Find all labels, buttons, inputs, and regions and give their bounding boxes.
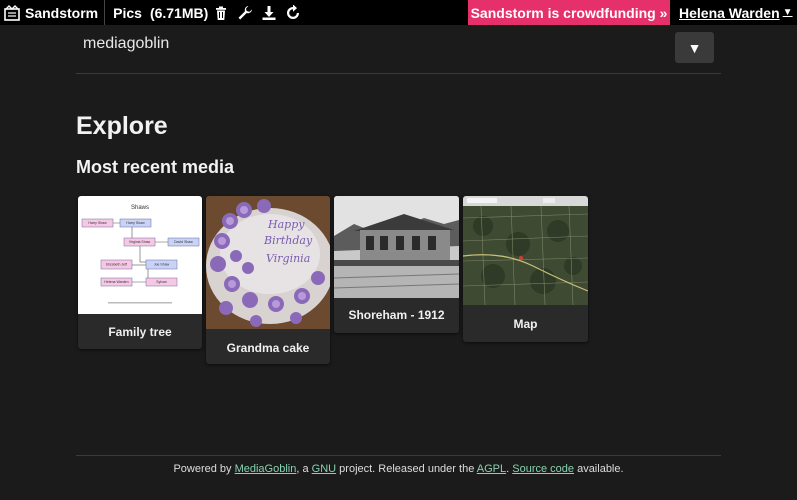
media-card-title: Map (513, 317, 538, 331)
media-card-grandma-cake[interactable]: Happy Birthday Virginia Grandma cake (206, 196, 330, 364)
footer-text: Powered by (173, 463, 235, 475)
media-card-title: Shoreham - 1912 (348, 308, 445, 322)
sandstorm-brand-label: Sandstorm (25, 4, 99, 21)
footer-text: available. (574, 463, 624, 475)
media-card-map[interactable]: Map (463, 196, 588, 342)
map-thumbnail (463, 196, 588, 305)
account-menu[interactable]: Helena Warden ▼ (679, 0, 793, 25)
site-name-link[interactable]: mediagoblin (83, 35, 169, 53)
refresh-icon[interactable] (282, 3, 304, 23)
tree-node: Harry Shaw (88, 221, 107, 225)
tree-title: Shaws (131, 205, 149, 211)
tree-node: Helena Warden (104, 280, 128, 284)
crowdfunding-banner[interactable]: Sandstorm is crowdfunding » (468, 0, 670, 25)
footer: Powered by MediaGoblin, a GNU project. R… (0, 463, 797, 475)
header-dropdown-button[interactable]: ▼ (675, 32, 714, 63)
media-card-title: Grandma cake (226, 341, 310, 355)
account-name: Helena Warden (679, 4, 780, 21)
media-card-title: Family tree (108, 325, 172, 339)
sandstorm-topbar: Sandstorm Pics (6.71MB) Sandstorm is cro… (0, 0, 797, 25)
tree-node: Sylvan (156, 280, 167, 284)
caret-down-icon: ▼ (782, 7, 793, 18)
media-card-family-tree[interactable]: Shaws Harry Shaw Harry Shaw Virginia Sha… (78, 196, 202, 349)
shoreham-photo-thumbnail (334, 196, 459, 298)
app-header: mediagoblin ▼ (76, 25, 721, 74)
footer-text: , a (296, 463, 312, 475)
tree-node: Virginia Shaw (129, 240, 151, 244)
tree-node: Harry Shaw (126, 221, 145, 225)
tree-node: Elizabeth Jeff (106, 263, 127, 267)
svg-text:Happy: Happy (267, 218, 305, 231)
tree-node: Joe Shaw (154, 263, 170, 267)
grain-info: Pics (6.71MB) (105, 0, 304, 25)
page-title: Explore (76, 112, 168, 140)
media-card-shoreham-1912[interactable]: Shoreham - 1912 (334, 196, 459, 333)
tree-node: David Shaw (174, 240, 193, 244)
wrench-icon[interactable] (234, 3, 256, 23)
cake-thumbnail: Happy Birthday Virginia (206, 196, 330, 329)
sandstorm-home-button[interactable]: Sandstorm (0, 0, 106, 25)
gnu-link[interactable]: GNU (312, 463, 336, 475)
family-tree-thumbnail: Shaws Harry Shaw Harry Shaw Virginia Sha… (78, 196, 202, 314)
source-code-link[interactable]: Source code (512, 463, 574, 475)
svg-text:Birthday: Birthday (263, 234, 313, 247)
section-title: Most recent media (76, 157, 235, 177)
footer-divider (76, 455, 721, 456)
download-icon[interactable] (258, 3, 280, 23)
grain-size: (6.71MB) (149, 4, 209, 21)
footer-text: project. Released under the (336, 463, 477, 475)
svg-text:Virginia: Virginia (266, 252, 310, 265)
sandstorm-logo-icon (4, 4, 20, 21)
agpl-link[interactable]: AGPL (477, 463, 506, 475)
trash-icon[interactable] (210, 3, 232, 23)
mediagoblin-link[interactable]: MediaGoblin (235, 463, 297, 475)
grain-title[interactable]: Pics (113, 5, 142, 21)
